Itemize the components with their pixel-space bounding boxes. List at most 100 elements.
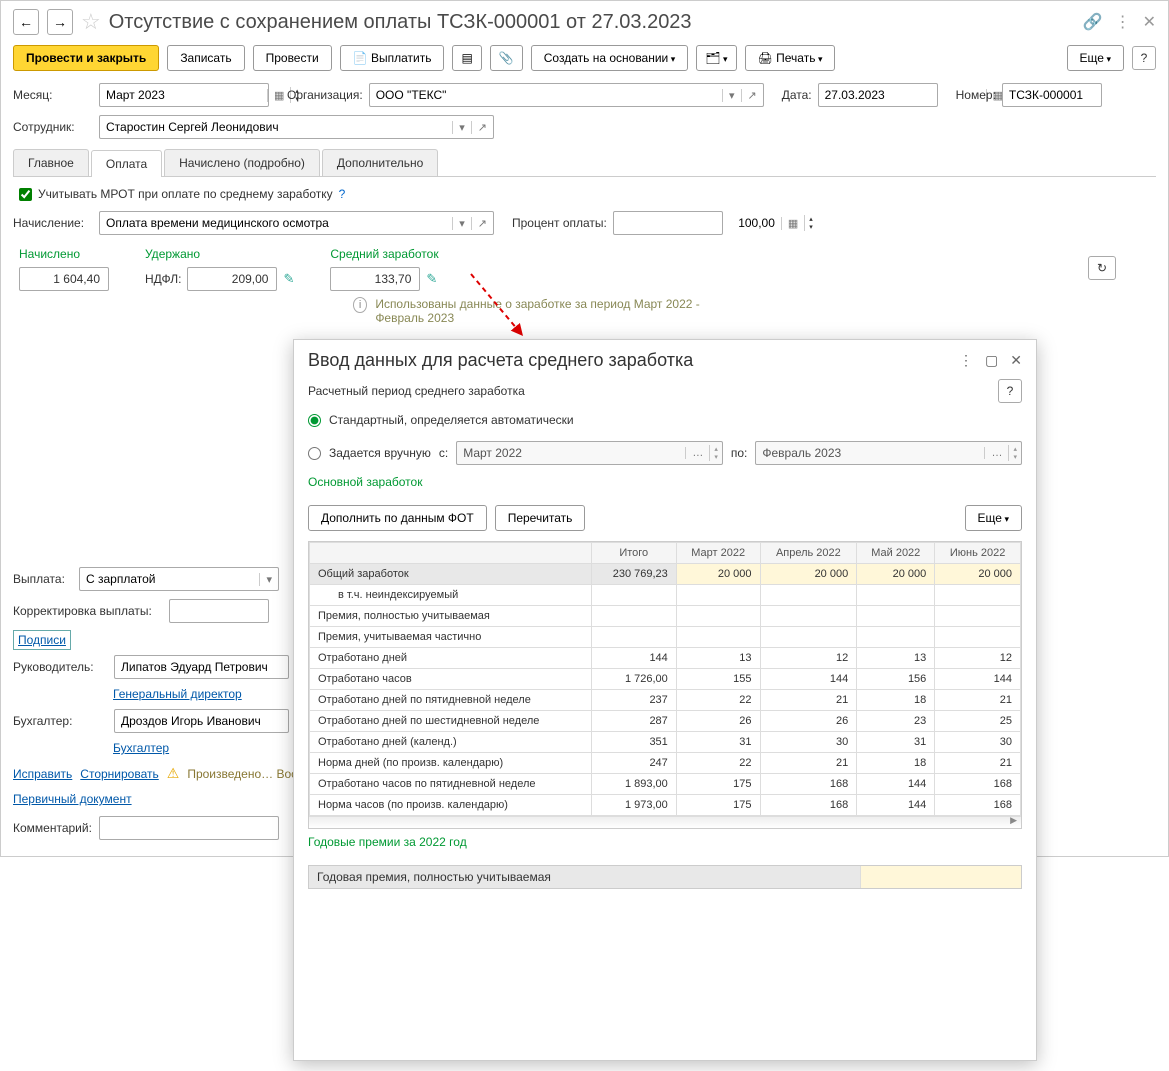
storno-link[interactable]: Сторнировать [80, 767, 158, 781]
col-header[interactable] [310, 543, 592, 564]
table-row[interactable]: Норма дней (по произв. календарю)2472221… [310, 753, 1021, 774]
table-row[interactable]: Отработано дней по пятидневной неделе237… [310, 690, 1021, 711]
close-icon[interactable]: ✕ [1143, 12, 1156, 32]
tab-additional[interactable]: Дополнительно [322, 149, 438, 176]
pay-button[interactable]: 📄 Выплатить [340, 45, 445, 71]
period-manual-label: Задается вручную [329, 446, 431, 460]
table-row[interactable]: Норма часов (по произв. календарю)1 973,… [310, 795, 1021, 816]
nav-forward-button[interactable]: → [47, 9, 73, 35]
mgr-pos-link[interactable]: Генеральный директор [113, 687, 242, 701]
month-label: Месяц: [13, 88, 93, 102]
employee-label: Сотрудник: [13, 120, 93, 134]
tab-payment[interactable]: Оплата [91, 150, 162, 177]
col-header[interactable]: Май 2022 [857, 543, 935, 564]
avg-header: Средний заработок [330, 247, 438, 261]
table-row[interactable]: Отработано часов по пятидневной неделе1 … [310, 774, 1021, 795]
tab-main[interactable]: Главное [13, 149, 89, 176]
payout-input[interactable]: ▾ [79, 567, 279, 591]
ndfl-value: 209,00 [187, 267, 277, 291]
ndfl-label: НДФЛ: [145, 272, 181, 286]
col-header[interactable]: Итого [591, 543, 676, 564]
help-button[interactable]: ? [1132, 46, 1156, 70]
mrot-help-icon[interactable]: ? [339, 187, 346, 201]
avg-info-text: Использованы данные о заработке за перио… [375, 297, 733, 325]
print-button[interactable]: 🖨 Печать [745, 45, 836, 71]
earnings-table[interactable]: ИтогоМарт 2022Апрель 2022Май 2022Июнь 20… [308, 541, 1022, 829]
mgr-input[interactable] [114, 655, 289, 679]
dropdown-icon[interactable]: ▾ [259, 573, 278, 586]
attach-button[interactable]: 📎 [490, 45, 523, 71]
save-button[interactable]: Записать [167, 45, 244, 71]
main-toolbar: Провести и закрыть Записать Провести 📄 В… [13, 45, 1156, 71]
period-manual-radio[interactable] [308, 447, 321, 460]
bonus-row-label: Годовая премия, полностью учитываемая [309, 866, 861, 888]
table-row[interactable]: Отработано дней (календ.)35131303130 [310, 732, 1021, 753]
table-row[interactable]: Премия, учитываемая частично [310, 627, 1021, 648]
acc-input[interactable] [114, 709, 289, 733]
col-header[interactable]: Март 2022 [676, 543, 760, 564]
month-input[interactable]: ▦ ▴▾ [99, 83, 269, 107]
period-std-radio[interactable] [308, 414, 321, 427]
favorite-star-icon[interactable]: ☆ [81, 9, 101, 35]
dlg-kebab-icon[interactable]: ⋮ [959, 352, 973, 369]
post-and-close-button[interactable]: Провести и закрыть [13, 45, 159, 71]
recalc-button[interactable]: Перечитать [495, 505, 586, 531]
nav-back-button[interactable]: ← [13, 9, 39, 35]
corr-input[interactable] [169, 599, 269, 623]
accrual-input[interactable]: ▾ ↗ [99, 211, 494, 235]
table-row[interactable]: в т.ч. неиндексируемый [310, 585, 1021, 606]
bonus-header: Годовые премии за 2022 год [308, 835, 1022, 849]
tab-accrued-detail[interactable]: Начислено (подробно) [164, 149, 320, 176]
number-input[interactable] [1002, 83, 1102, 107]
dlg-close-icon[interactable]: ✕ [1010, 352, 1022, 369]
calc-icon[interactable]: ▦ [781, 217, 804, 230]
dlg-more-button[interactable]: Еще [965, 505, 1022, 531]
kebab-icon[interactable]: ⋮ [1115, 12, 1131, 32]
org-label: Организация: [287, 88, 363, 102]
more-button[interactable]: Еще [1067, 45, 1124, 71]
bonus-table[interactable]: Годовая премия, полностью учитываемая [308, 865, 1022, 889]
horiz-scrollbar[interactable] [309, 816, 1021, 828]
col-header[interactable]: Июнь 2022 [935, 543, 1021, 564]
report-button[interactable]: ▤ [452, 45, 481, 71]
create-from-button[interactable]: Создать на основании [531, 45, 689, 71]
edit-ndfl-icon[interactable]: ✎ [283, 271, 294, 287]
table-row[interactable]: Отработано часов1 726,00155144156144 [310, 669, 1021, 690]
table-row[interactable]: Отработано дней по шестидневной неделе28… [310, 711, 1021, 732]
table-row[interactable]: Отработано дней14413121312 [310, 648, 1021, 669]
related-button[interactable]: 🗂 [696, 45, 736, 71]
date-label: Дата: [782, 88, 812, 102]
table-row[interactable]: Общий заработок230 769,2320 00020 00020 … [310, 564, 1021, 585]
mgr-label: Руководитель: [13, 660, 108, 674]
payout-label: Выплата: [13, 572, 73, 586]
primary-doc-link[interactable]: Первичный документ [13, 792, 132, 806]
fix-link[interactable]: Исправить [13, 767, 72, 781]
post-button[interactable]: Провести [253, 45, 332, 71]
open-icon[interactable]: ↗ [471, 217, 493, 230]
period-from-input: …▴▾ [456, 441, 723, 465]
add-fot-button[interactable]: Дополнить по данным ФОТ [308, 505, 487, 531]
open-icon[interactable]: ↗ [471, 121, 493, 134]
acc-pos-link[interactable]: Бухгалтер [113, 741, 169, 755]
edit-avg-icon[interactable]: ✎ [426, 271, 437, 287]
dropdown-icon[interactable]: ▾ [452, 217, 471, 230]
comment-label: Комментарий: [13, 821, 93, 835]
comment-input[interactable] [99, 816, 279, 840]
org-input[interactable]: ▾ ↗ [369, 83, 764, 107]
dlg-maximize-icon[interactable]: ▢ [985, 352, 998, 369]
signatures-link[interactable]: Подписи [13, 630, 71, 650]
employee-input[interactable]: ▾ ↗ [99, 115, 494, 139]
dropdown-icon[interactable]: ▾ [722, 89, 741, 102]
percent-input[interactable]: ▦ ▴▾ [613, 211, 723, 235]
date-input[interactable]: ▦ [818, 83, 938, 107]
accrued-value: 1 604,40 [19, 267, 109, 291]
dlg-help-button[interactable]: ? [998, 379, 1022, 403]
link-icon[interactable]: 🔗 [1083, 12, 1103, 32]
mrot-checkbox[interactable] [19, 188, 32, 201]
accrued-header: Начислено [19, 247, 109, 261]
dropdown-icon[interactable]: ▾ [452, 121, 471, 134]
open-icon[interactable]: ↗ [741, 89, 763, 102]
refresh-button[interactable]: ↻ [1088, 256, 1116, 280]
table-row[interactable]: Премия, полностью учитываемая [310, 606, 1021, 627]
col-header[interactable]: Апрель 2022 [760, 543, 857, 564]
